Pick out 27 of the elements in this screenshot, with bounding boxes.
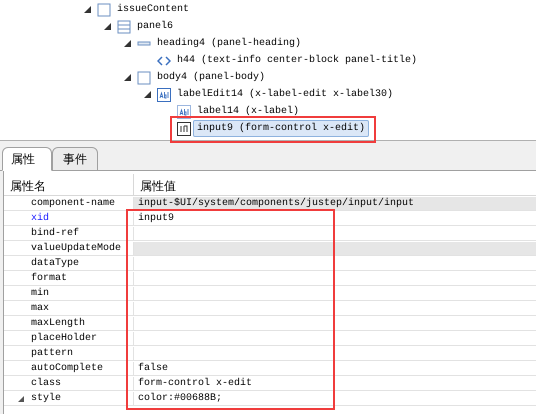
tree-node-label[interactable]: body4 (panel-body) [153, 69, 270, 86]
tree-node-label[interactable]: label14 (x-label) [193, 103, 304, 120]
tree-node-label[interactable]: issueContent [113, 1, 194, 18]
property-name: valueUpdateMode [31, 242, 122, 256]
property-value[interactable]: input-$UI/system/components/justep/input/input [134, 197, 536, 210]
property-name: xid [31, 212, 50, 226]
property-name: format [31, 272, 68, 286]
property-name: pattern [31, 346, 74, 360]
property-name: placeHolder [31, 332, 98, 346]
column-header: 属性值 [139, 178, 176, 195]
tree-node-label[interactable]: heading4 (panel-heading) [153, 35, 306, 52]
property-name: style [31, 392, 62, 406]
property-name: component-name [31, 196, 116, 210]
property-name: bind-ref [31, 226, 80, 240]
tree-node-label[interactable]: labelEdit14 (x-label-edit x-label30) [173, 86, 398, 103]
tab[interactable]: 属性 [2, 147, 52, 171]
property-name: dataType [31, 256, 80, 270]
tree-node-label[interactable]: panel6 [133, 18, 178, 35]
property-name: maxLength [31, 316, 86, 330]
tree-node-label[interactable]: h44 (text-info center-block panel-title) [173, 52, 422, 69]
tree-node-label[interactable]: input9 (form-control x-edit) [193, 120, 370, 137]
property-name: max [31, 302, 50, 316]
column-header: 属性名 [4, 174, 134, 195]
property-name: class [31, 376, 62, 390]
property-name: min [31, 286, 50, 300]
property-name: autoComplete [31, 362, 104, 376]
tab[interactable]: 事件 [52, 147, 98, 171]
